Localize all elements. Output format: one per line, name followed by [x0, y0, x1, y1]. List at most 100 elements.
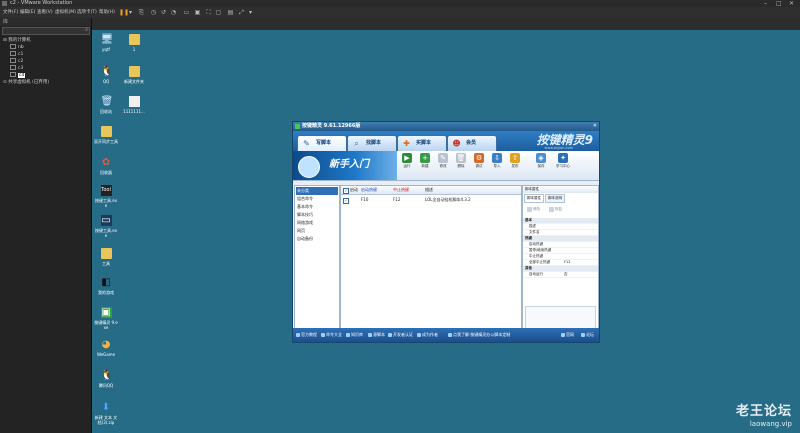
import-button[interactable]: ⇩ 导入 [489, 153, 505, 169]
link-knowledge-base[interactable]: 知识库 [346, 328, 363, 342]
category-item[interactable]: 网络游戏 [296, 219, 338, 227]
column-header[interactable]: 中止热键 [393, 186, 409, 194]
link-developer-cert[interactable]: 开发者认证 [388, 328, 413, 342]
new-button[interactable]: + 新建 [417, 153, 433, 169]
vm-icon [10, 58, 16, 63]
desktop-icon[interactable]: 🗑 回收站 [94, 96, 118, 114]
delete-button[interactable]: 🗑 删除 [453, 153, 469, 169]
prop-row[interactable]: 自动运行否 [523, 272, 598, 278]
link-forum[interactable]: 论坛 [581, 328, 594, 342]
select-all-checkbox[interactable]: ✓ [343, 188, 349, 194]
desktop-icon[interactable]: ⬇ 新建 文本 文档(3).zip [94, 402, 118, 425]
send-keys-icon[interactable]: ⎘ [138, 9, 145, 16]
tree-item-my-computer[interactable]: ⊟ 我的计算机 [3, 37, 31, 43]
app-close-button[interactable]: ✕ [593, 122, 597, 131]
tree-item-vm[interactable]: c2 [10, 58, 23, 64]
link-custom-script[interactable]: 点我了解·按键精灵办公脚本定制 [448, 328, 510, 342]
tree-item-vm[interactable]: c1 [10, 51, 23, 57]
desktop-icon[interactable]: 工具 [94, 248, 118, 266]
desktop-icon[interactable]: 新建文件夹 [122, 66, 146, 84]
menu-edit[interactable]: 编辑(E) [20, 7, 35, 18]
anjian-icon: ▣ [100, 307, 112, 318]
category-item[interactable]: 网页 [296, 227, 338, 235]
tab-find-script[interactable]: ⌕ 找脚本 [347, 135, 397, 151]
fullscreen-icon[interactable]: ⛶ [205, 9, 212, 16]
modify-button[interactable]: 修改 [527, 205, 540, 213]
publish-button[interactable]: ⇧ 发布 [507, 153, 523, 169]
category-item[interactable]: 自动备份 [296, 235, 338, 243]
tab-member[interactable]: ☻ 会员 [447, 135, 497, 151]
link-command-list[interactable]: 命令大全 [321, 328, 342, 342]
library-icon[interactable]: ▭ [183, 9, 190, 16]
column-header[interactable]: 启动 [350, 186, 358, 194]
tab-buy-script[interactable]: ✚ 买脚本 [397, 135, 447, 151]
stretch-dropdown-icon[interactable]: ▾ [247, 9, 254, 16]
debug-button[interactable]: ⚙ 调试 [471, 153, 487, 169]
revert-snapshot-icon[interactable]: ↺ [160, 9, 167, 16]
learning-center-button[interactable]: ✦ 学习中心 [555, 153, 571, 169]
snapshot-manager-icon[interactable]: ◔ [170, 9, 177, 16]
unity-icon[interactable]: ▢ [215, 9, 222, 16]
desktop-icon[interactable]: 1 [122, 34, 146, 52]
snapshot-icon[interactable]: ◷ [150, 9, 157, 16]
tree-item-vm[interactable]: c3 [10, 65, 23, 71]
thumbnail-icon[interactable]: ▣ [194, 9, 201, 16]
edit-button[interactable]: ✎ 修改 [435, 153, 451, 169]
link-source-script[interactable]: 源脚本 [368, 328, 385, 342]
search-icon: ⌕ [85, 27, 88, 33]
window-title: c2 - VMware Workstation [10, 0, 73, 6]
desktop-icon[interactable]: 双开同步工具 [94, 126, 118, 144]
tab-write-script[interactable]: ✎ 写脚本 [297, 135, 347, 151]
folder-icon [128, 66, 140, 77]
menu-vm[interactable]: 虚拟机(M) [55, 7, 76, 18]
link-website[interactable]: 官网 [561, 328, 574, 342]
run-button[interactable]: ▶ 运行 [399, 153, 415, 169]
vm-tab-strip [92, 18, 800, 30]
properties-buttons: 修改 恢复 [523, 202, 598, 216]
menu-help[interactable]: 帮助(H) [99, 7, 115, 18]
desktop-icon[interactable]: 🖥 yqtf [94, 34, 118, 52]
category-item[interactable]: 组合命令 [296, 195, 338, 203]
stretch-icon[interactable]: ⤢ [238, 9, 245, 16]
column-header[interactable]: 描述 [425, 186, 433, 194]
column-header[interactable]: 启动热键 [361, 186, 377, 194]
desktop-icon[interactable]: 🐧 QQ [94, 66, 118, 84]
menu-file[interactable]: 文件(F) [3, 7, 18, 18]
table-header: ✓ 启动 启动热键 中止热键 描述 [341, 186, 521, 195]
link-official-tutorial[interactable]: 官方教程 [296, 328, 317, 342]
category-item[interactable]: 未分类 [296, 187, 338, 195]
save-button[interactable]: ◈ 保存 [533, 153, 549, 169]
desktop-icon[interactable]: ▭ 按键工具.exe [94, 215, 118, 238]
console-icon[interactable]: ▤ [227, 9, 234, 16]
desktop-icon[interactable]: ◕ WeGame [94, 339, 118, 357]
desktop-icon[interactable]: 1111111... [122, 96, 146, 114]
desktop-icon[interactable]: ◧ 我的游戏 [94, 277, 118, 295]
newbie-banner[interactable]: 新手入门 [293, 151, 397, 180]
menu-view[interactable]: 查看(V) [37, 7, 53, 18]
minimize-icon[interactable]: – [764, 0, 767, 7]
close-icon[interactable]: ✕ [789, 0, 794, 7]
tree-item-shared-vms[interactable]: ⊙ 共享虚拟机 (已弃用) [3, 79, 49, 85]
row-checkbox[interactable]: ✓ [343, 198, 349, 204]
tree-item-vm-selected[interactable]: c4 [10, 72, 26, 78]
desktop-icon[interactable]: 🐧 腾讯QQ [94, 370, 118, 388]
desktop-icon[interactable]: ✿ 回收器 [94, 157, 118, 175]
link-become-author[interactable]: 成为作者 [417, 328, 438, 342]
category-list: 未分类 组合命令 基本命令 脚本技巧 网络游戏 网页 自动备份 [294, 185, 340, 332]
library-search-input[interactable]: ⌕ [2, 27, 90, 35]
import-icon: ⇩ [492, 153, 502, 163]
restore-button[interactable]: 恢复 [549, 205, 562, 213]
maximize-icon[interactable]: □ [776, 0, 782, 7]
magnifier-icon: ⌕ [354, 139, 359, 148]
desktop-icon[interactable]: ▣ 按键精灵 9.exe [94, 307, 118, 330]
category-item[interactable]: 基本命令 [296, 203, 338, 211]
desktop-icon[interactable]: Tool 按键工具.exe [94, 185, 118, 208]
tree-item-vm[interactable]: nb [10, 44, 24, 50]
stop-hotkey: F12 [393, 197, 401, 202]
category-item[interactable]: 脚本技巧 [296, 211, 338, 219]
restore-icon [549, 206, 554, 212]
dropdown-icon[interactable]: ▾ [127, 9, 134, 16]
pause-icon[interactable]: ❚❚ [119, 9, 129, 16]
learning-icon: ✦ [558, 153, 568, 163]
menu-tabs[interactable]: 选项卡(T) [77, 7, 97, 18]
